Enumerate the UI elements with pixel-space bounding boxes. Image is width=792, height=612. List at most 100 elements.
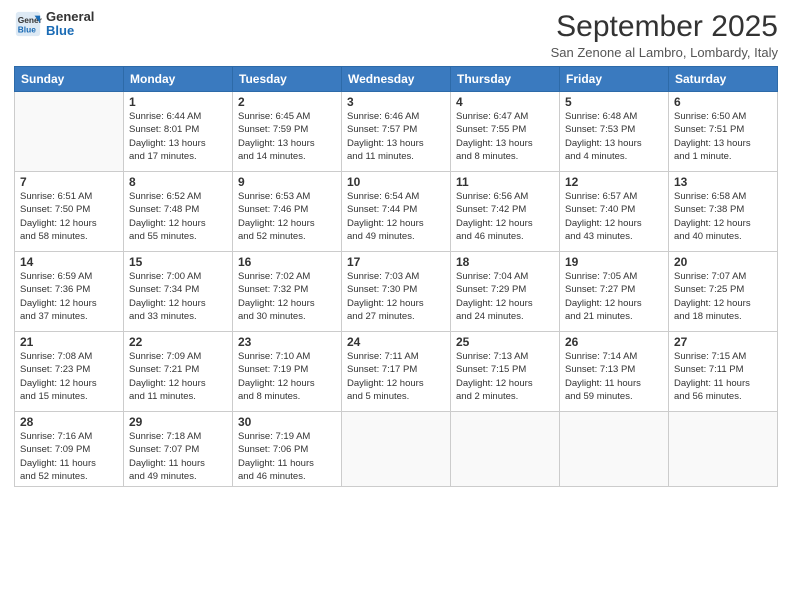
- week-row-4: 21Sunrise: 7:08 AM Sunset: 7:23 PM Dayli…: [15, 332, 778, 412]
- col-header-monday: Monday: [124, 67, 233, 92]
- day-number: 1: [129, 95, 227, 109]
- day-number: 25: [456, 335, 554, 349]
- day-number: 24: [347, 335, 445, 349]
- col-header-friday: Friday: [560, 67, 669, 92]
- col-header-sunday: Sunday: [15, 67, 124, 92]
- calendar-cell: 10Sunrise: 6:54 AM Sunset: 7:44 PM Dayli…: [342, 172, 451, 252]
- calendar-cell: 17Sunrise: 7:03 AM Sunset: 7:30 PM Dayli…: [342, 252, 451, 332]
- day-number: 29: [129, 415, 227, 429]
- day-number: 12: [565, 175, 663, 189]
- calendar-cell: 13Sunrise: 6:58 AM Sunset: 7:38 PM Dayli…: [669, 172, 778, 252]
- col-header-thursday: Thursday: [451, 67, 560, 92]
- day-number: 8: [129, 175, 227, 189]
- calendar-cell: 26Sunrise: 7:14 AM Sunset: 7:13 PM Dayli…: [560, 332, 669, 412]
- calendar-cell: 21Sunrise: 7:08 AM Sunset: 7:23 PM Dayli…: [15, 332, 124, 412]
- day-info: Sunrise: 6:52 AM Sunset: 7:48 PM Dayligh…: [129, 190, 227, 243]
- day-info: Sunrise: 6:56 AM Sunset: 7:42 PM Dayligh…: [456, 190, 554, 243]
- day-info: Sunrise: 7:03 AM Sunset: 7:30 PM Dayligh…: [347, 270, 445, 323]
- calendar-cell: 9Sunrise: 6:53 AM Sunset: 7:46 PM Daylig…: [233, 172, 342, 252]
- calendar-cell: [560, 412, 669, 487]
- day-number: 27: [674, 335, 772, 349]
- day-number: 19: [565, 255, 663, 269]
- calendar-cell: 16Sunrise: 7:02 AM Sunset: 7:32 PM Dayli…: [233, 252, 342, 332]
- calendar-cell: 28Sunrise: 7:16 AM Sunset: 7:09 PM Dayli…: [15, 412, 124, 487]
- header: General Blue General Blue September 2025…: [14, 10, 778, 60]
- day-number: 28: [20, 415, 118, 429]
- calendar-cell: 15Sunrise: 7:00 AM Sunset: 7:34 PM Dayli…: [124, 252, 233, 332]
- calendar-cell: 29Sunrise: 7:18 AM Sunset: 7:07 PM Dayli…: [124, 412, 233, 487]
- day-info: Sunrise: 6:51 AM Sunset: 7:50 PM Dayligh…: [20, 190, 118, 243]
- day-info: Sunrise: 6:46 AM Sunset: 7:57 PM Dayligh…: [347, 110, 445, 163]
- calendar-cell: [451, 412, 560, 487]
- day-info: Sunrise: 7:05 AM Sunset: 7:27 PM Dayligh…: [565, 270, 663, 323]
- calendar-cell: 27Sunrise: 7:15 AM Sunset: 7:11 PM Dayli…: [669, 332, 778, 412]
- calendar-cell: 4Sunrise: 6:47 AM Sunset: 7:55 PM Daylig…: [451, 92, 560, 172]
- logo: General Blue General Blue: [14, 10, 94, 39]
- day-info: Sunrise: 7:04 AM Sunset: 7:29 PM Dayligh…: [456, 270, 554, 323]
- day-info: Sunrise: 7:07 AM Sunset: 7:25 PM Dayligh…: [674, 270, 772, 323]
- day-info: Sunrise: 7:09 AM Sunset: 7:21 PM Dayligh…: [129, 350, 227, 403]
- calendar-cell: [15, 92, 124, 172]
- day-info: Sunrise: 7:08 AM Sunset: 7:23 PM Dayligh…: [20, 350, 118, 403]
- day-number: 11: [456, 175, 554, 189]
- day-info: Sunrise: 6:47 AM Sunset: 7:55 PM Dayligh…: [456, 110, 554, 163]
- day-number: 20: [674, 255, 772, 269]
- calendar-cell: 14Sunrise: 6:59 AM Sunset: 7:36 PM Dayli…: [15, 252, 124, 332]
- day-info: Sunrise: 7:19 AM Sunset: 7:06 PM Dayligh…: [238, 430, 336, 483]
- day-number: 30: [238, 415, 336, 429]
- day-info: Sunrise: 6:58 AM Sunset: 7:38 PM Dayligh…: [674, 190, 772, 243]
- logo-line1: General: [46, 10, 94, 24]
- day-number: 5: [565, 95, 663, 109]
- day-number: 18: [456, 255, 554, 269]
- day-number: 22: [129, 335, 227, 349]
- page: General Blue General Blue September 2025…: [0, 0, 792, 612]
- col-header-wednesday: Wednesday: [342, 67, 451, 92]
- day-info: Sunrise: 7:00 AM Sunset: 7:34 PM Dayligh…: [129, 270, 227, 323]
- calendar-cell: 6Sunrise: 6:50 AM Sunset: 7:51 PM Daylig…: [669, 92, 778, 172]
- day-info: Sunrise: 7:11 AM Sunset: 7:17 PM Dayligh…: [347, 350, 445, 403]
- day-info: Sunrise: 7:10 AM Sunset: 7:19 PM Dayligh…: [238, 350, 336, 403]
- week-row-5: 28Sunrise: 7:16 AM Sunset: 7:09 PM Dayli…: [15, 412, 778, 487]
- calendar-cell: 30Sunrise: 7:19 AM Sunset: 7:06 PM Dayli…: [233, 412, 342, 487]
- day-info: Sunrise: 7:02 AM Sunset: 7:32 PM Dayligh…: [238, 270, 336, 323]
- calendar-cell: 11Sunrise: 6:56 AM Sunset: 7:42 PM Dayli…: [451, 172, 560, 252]
- day-info: Sunrise: 6:45 AM Sunset: 7:59 PM Dayligh…: [238, 110, 336, 163]
- calendar-cell: 8Sunrise: 6:52 AM Sunset: 7:48 PM Daylig…: [124, 172, 233, 252]
- day-number: 23: [238, 335, 336, 349]
- day-number: 14: [20, 255, 118, 269]
- day-number: 10: [347, 175, 445, 189]
- calendar-cell: 20Sunrise: 7:07 AM Sunset: 7:25 PM Dayli…: [669, 252, 778, 332]
- calendar-cell: 24Sunrise: 7:11 AM Sunset: 7:17 PM Dayli…: [342, 332, 451, 412]
- main-title: September 2025: [551, 10, 778, 43]
- day-info: Sunrise: 7:13 AM Sunset: 7:15 PM Dayligh…: [456, 350, 554, 403]
- calendar-cell: 22Sunrise: 7:09 AM Sunset: 7:21 PM Dayli…: [124, 332, 233, 412]
- calendar-cell: [342, 412, 451, 487]
- day-number: 7: [20, 175, 118, 189]
- col-header-saturday: Saturday: [669, 67, 778, 92]
- day-info: Sunrise: 6:57 AM Sunset: 7:40 PM Dayligh…: [565, 190, 663, 243]
- calendar-cell: [669, 412, 778, 487]
- col-header-tuesday: Tuesday: [233, 67, 342, 92]
- logo-icon: General Blue: [14, 10, 42, 38]
- day-number: 17: [347, 255, 445, 269]
- day-number: 6: [674, 95, 772, 109]
- day-number: 26: [565, 335, 663, 349]
- day-number: 9: [238, 175, 336, 189]
- calendar-cell: 25Sunrise: 7:13 AM Sunset: 7:15 PM Dayli…: [451, 332, 560, 412]
- title-block: September 2025 San Zenone al Lambro, Lom…: [551, 10, 778, 60]
- calendar-cell: 18Sunrise: 7:04 AM Sunset: 7:29 PM Dayli…: [451, 252, 560, 332]
- logo-line2: Blue: [46, 24, 94, 38]
- week-row-3: 14Sunrise: 6:59 AM Sunset: 7:36 PM Dayli…: [15, 252, 778, 332]
- day-info: Sunrise: 7:18 AM Sunset: 7:07 PM Dayligh…: [129, 430, 227, 483]
- calendar-header-row: SundayMondayTuesdayWednesdayThursdayFrid…: [15, 67, 778, 92]
- week-row-1: 1Sunrise: 6:44 AM Sunset: 8:01 PM Daylig…: [15, 92, 778, 172]
- week-row-2: 7Sunrise: 6:51 AM Sunset: 7:50 PM Daylig…: [15, 172, 778, 252]
- calendar-cell: 1Sunrise: 6:44 AM Sunset: 8:01 PM Daylig…: [124, 92, 233, 172]
- day-number: 3: [347, 95, 445, 109]
- day-info: Sunrise: 7:15 AM Sunset: 7:11 PM Dayligh…: [674, 350, 772, 403]
- day-info: Sunrise: 6:54 AM Sunset: 7:44 PM Dayligh…: [347, 190, 445, 243]
- calendar-cell: 12Sunrise: 6:57 AM Sunset: 7:40 PM Dayli…: [560, 172, 669, 252]
- day-number: 16: [238, 255, 336, 269]
- day-number: 2: [238, 95, 336, 109]
- day-info: Sunrise: 6:48 AM Sunset: 7:53 PM Dayligh…: [565, 110, 663, 163]
